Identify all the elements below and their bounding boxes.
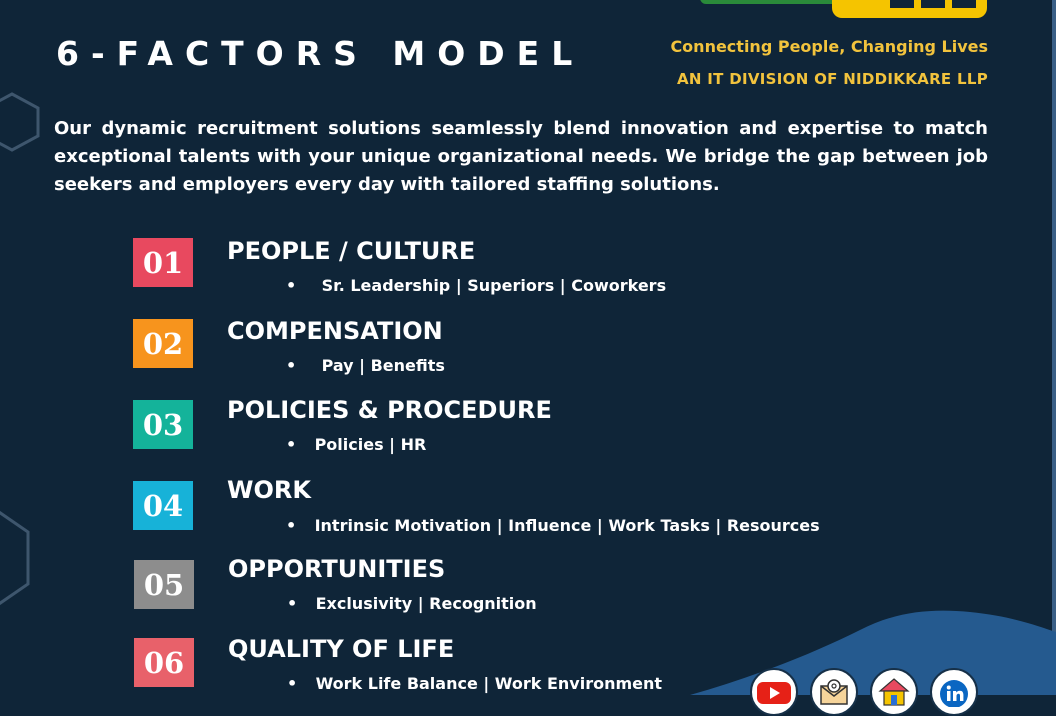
- factor-details: • Work Life Balance | Work Environment: [287, 674, 662, 694]
- factor-number-badge: 01: [133, 238, 193, 287]
- factor-details: • Intrinsic Motivation | Influence | Wor…: [286, 516, 820, 536]
- bullet-icon: •: [286, 435, 297, 454]
- youtube-icon: [757, 682, 791, 704]
- factor-title: COMPENSATION: [227, 317, 443, 345]
- youtube-link[interactable]: [750, 668, 798, 716]
- intro-paragraph: Our dynamic recruitment solutions seamle…: [54, 118, 988, 195]
- factor-title: WORK: [227, 476, 311, 504]
- factor-details-text: Sr. Leadership | Superiors | Coworkers: [321, 276, 667, 295]
- factor-details: • Exclusivity | Recognition: [287, 594, 537, 614]
- brand-division: AN IT DIVISION OF NIDDIKKARE LLP: [677, 70, 988, 88]
- factor-title: QUALITY OF LIFE: [228, 635, 455, 663]
- bullet-icon: •: [286, 356, 297, 375]
- factor-details-text: Work Life Balance | Work Environment: [315, 674, 663, 693]
- website-home-icon: [878, 678, 910, 706]
- logo-yellow-block: [832, 0, 987, 18]
- factor-number-badge: 03: [133, 400, 193, 449]
- page-title: 6-FACTORS MODEL: [56, 34, 585, 73]
- factor-number-badge: 04: [133, 481, 193, 530]
- bullet-icon: •: [287, 674, 298, 693]
- linkedin-link[interactable]: [930, 668, 978, 716]
- bullet-icon: •: [287, 594, 298, 613]
- factor-number-badge: 02: [133, 319, 193, 368]
- factor-number-badge: 05: [134, 560, 194, 609]
- hexagon-decoration-top: [0, 92, 40, 152]
- factor-details-text: Exclusivity | Recognition: [315, 594, 537, 613]
- factor-details: • Sr. Leadership | Superiors | Coworkers: [286, 276, 666, 296]
- hexagon-decoration-bottom: [0, 510, 30, 606]
- factor-title: PEOPLE / CULTURE: [227, 237, 476, 265]
- website-link[interactable]: [870, 668, 918, 716]
- factor-details: • Policies | HR: [286, 435, 426, 455]
- bullet-icon: •: [286, 276, 297, 295]
- bullet-icon: •: [286, 516, 297, 535]
- factor-details: • Pay | Benefits: [286, 356, 445, 376]
- factor-title: OPPORTUNITIES: [228, 555, 446, 583]
- factor-number-badge: 06: [134, 638, 194, 687]
- email-link[interactable]: [810, 668, 858, 716]
- right-edge-bar: [1052, 0, 1056, 695]
- factor-details-text: Intrinsic Motivation | Influence | Work …: [314, 516, 820, 535]
- factor-details-text: Pay | Benefits: [321, 356, 445, 375]
- email-icon: [820, 679, 848, 705]
- factor-title: POLICIES & PROCEDURE: [227, 396, 552, 424]
- brand-tagline: Connecting People, Changing Lives: [670, 37, 988, 56]
- linkedin-icon: [940, 680, 968, 707]
- factor-details-text: Policies | HR: [314, 435, 427, 454]
